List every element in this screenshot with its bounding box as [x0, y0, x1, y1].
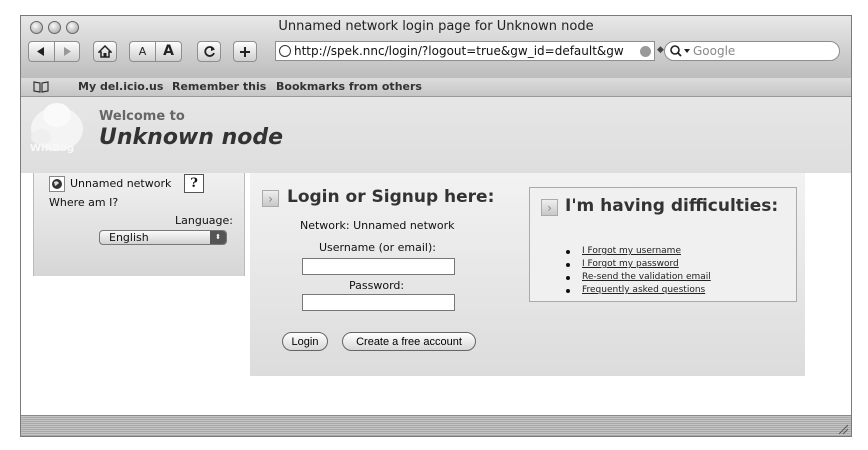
help-box: › I'm having difficulties: I Forgot my u…	[529, 187, 797, 302]
network-panel: Unnamed network ? Where am I? Language: …	[33, 173, 245, 276]
title-bar: Unnamed network login page for Unknown n…	[21, 16, 851, 79]
reload-icon	[203, 46, 215, 57]
forward-arrow-icon[interactable]	[55, 42, 80, 61]
plus-icon	[240, 46, 250, 57]
username-input[interactable]	[302, 258, 455, 275]
faq-link[interactable]: Frequently asked questions	[582, 285, 705, 295]
search-placeholder: Google	[693, 44, 736, 58]
add-bookmark-button[interactable]	[233, 41, 257, 62]
bookmarks-bar: My del.icio.us Remember this Bookmarks f…	[21, 78, 851, 97]
search-icon	[670, 45, 690, 57]
address-bar[interactable]: http://spek.nnc/login/?logout=true&gw_id…	[275, 41, 655, 61]
bookmark-item[interactable]: My del.icio.us	[78, 80, 163, 93]
forgot-password-link[interactable]: I Forgot my password	[582, 259, 679, 269]
network-name[interactable]: Unnamed network	[70, 177, 171, 190]
language-label: Language:	[175, 214, 233, 227]
create-account-button[interactable]: Create a free account	[342, 332, 476, 351]
address-dropdown-icon[interactable]: ◆	[657, 45, 664, 55]
language-select[interactable]: English ⬍	[99, 230, 227, 245]
forgot-username-link[interactable]: I Forgot my username	[582, 246, 681, 256]
browser-window: Unnamed network login page for Unknown n…	[20, 15, 852, 437]
reload-button[interactable]	[197, 41, 221, 62]
list-item: I Forgot my password	[566, 259, 711, 272]
back-forward-buttons	[28, 41, 80, 62]
login-button[interactable]: Login	[282, 332, 328, 351]
help-heading: I'm having difficulties:	[565, 196, 779, 216]
text-size-buttons: A A	[129, 41, 182, 62]
list-item: Re-send the validation email	[566, 272, 711, 285]
main-panel: › Login or Signup here: Network: Unnamed…	[250, 173, 805, 376]
globe-icon	[279, 45, 291, 57]
node-name: Unknown node	[99, 125, 284, 150]
back-arrow-icon[interactable]	[29, 42, 55, 61]
logo-text: WifiDog	[30, 143, 75, 154]
window-title: Unnamed network login page for Unknown n…	[278, 19, 594, 34]
snapback-icon[interactable]	[640, 45, 651, 57]
bookmark-item[interactable]: Bookmarks from others	[276, 80, 422, 93]
select-arrows-icon: ⬍	[210, 231, 226, 244]
home-button[interactable]	[93, 41, 117, 62]
password-input[interactable]	[302, 294, 455, 311]
status-bar	[21, 415, 851, 436]
book-icon[interactable]	[33, 81, 49, 93]
resize-grip-icon[interactable]	[837, 423, 849, 435]
password-label: Password:	[349, 279, 405, 292]
home-icon	[98, 45, 112, 58]
login-heading: Login or Signup here:	[287, 187, 495, 207]
help-button[interactable]: ?	[184, 174, 204, 193]
help-links: I Forgot my username I Forgot my passwor…	[566, 246, 711, 298]
chevron-right-icon: ›	[541, 199, 558, 216]
bookmark-item[interactable]: Remember this	[172, 80, 266, 93]
wifidog-logo: WifiDog	[27, 97, 93, 157]
chevron-right-icon: ›	[262, 190, 279, 207]
list-item: Frequently asked questions	[566, 285, 711, 298]
where-am-i-link[interactable]: Where am I?	[49, 196, 118, 209]
text-smaller-button[interactable]: A	[130, 42, 156, 61]
network-globe-icon[interactable]	[49, 176, 65, 192]
search-field[interactable]: Google	[664, 41, 840, 61]
welcome-text: Welcome to	[99, 109, 185, 124]
username-label: Username (or email):	[319, 241, 436, 254]
url-text: http://spek.nnc/login/?logout=true&gw_id…	[294, 44, 624, 58]
list-item: I Forgot my username	[566, 246, 711, 259]
page-content: WifiDog Welcome to Unknown node Unnamed …	[21, 97, 851, 415]
page-header: WifiDog Welcome to Unknown node	[21, 97, 851, 173]
network-line: Network: Unnamed network	[300, 219, 455, 232]
text-bigger-button[interactable]: A	[156, 42, 181, 61]
language-value: English	[109, 231, 149, 244]
resend-validation-link[interactable]: Re-send the validation email	[582, 272, 711, 282]
